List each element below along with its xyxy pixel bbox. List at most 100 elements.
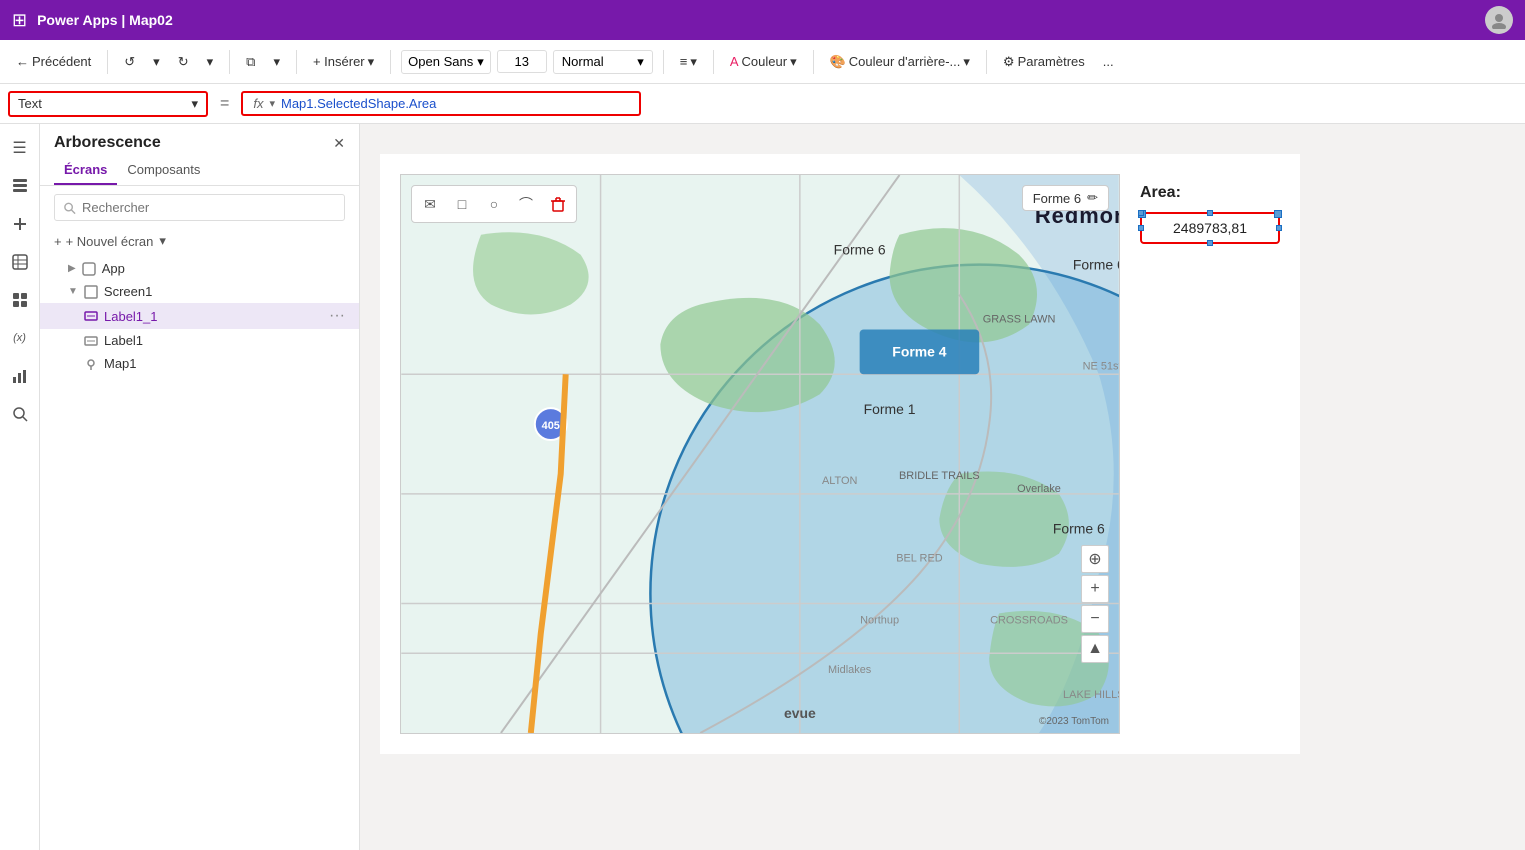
handle-bc[interactable]: [1207, 240, 1213, 246]
layers-icon-btn[interactable]: [4, 170, 36, 202]
bgcolor-icon: 🎨: [830, 54, 846, 70]
svg-text:evue: evue: [784, 705, 816, 721]
undo-dropdown-button[interactable]: ▾: [147, 51, 166, 73]
separator-8: [986, 50, 987, 74]
more-icon: ...: [1103, 54, 1114, 69]
screen-icon: [84, 285, 98, 299]
search-icon-btn[interactable]: [4, 398, 36, 430]
area-label: Area:: [1140, 184, 1280, 202]
handle-tr[interactable]: [1276, 210, 1282, 216]
tree-close-button[interactable]: ✕: [333, 135, 345, 152]
chevron-down-icon: ▾: [790, 54, 797, 70]
tab-components[interactable]: Composants: [117, 156, 210, 185]
tree-item-label1-1[interactable]: Label1_1 ···: [40, 303, 359, 329]
area-value-container: 2489783,81: [1140, 212, 1280, 244]
area-value-box[interactable]: 2489783,81: [1140, 212, 1280, 244]
add-icon-btn[interactable]: [4, 208, 36, 240]
avatar[interactable]: [1485, 6, 1513, 34]
property-selector[interactable]: Text ▾: [8, 91, 208, 117]
map-toolbar: ✉ □ ○ ⌒: [411, 185, 577, 223]
chevron-down-icon: ▾: [273, 54, 280, 70]
separator-4: [390, 50, 391, 74]
handle-tc[interactable]: [1207, 210, 1213, 216]
edit-icon[interactable]: ✏: [1087, 190, 1098, 206]
separator-2: [229, 50, 230, 74]
chevron-down-icon: ▾: [159, 233, 166, 249]
envelope-tool-btn[interactable]: ✉: [416, 190, 444, 218]
formula-text: Map1.SelectedShape.Area: [281, 96, 436, 111]
handle-ml[interactable]: [1138, 225, 1144, 231]
insert-button[interactable]: + Insérer ▾: [307, 51, 380, 73]
formula-bar[interactable]: fx ▾ Map1.SelectedShape.Area: [241, 91, 641, 116]
color-button[interactable]: A Couleur ▾: [724, 51, 803, 73]
terrain-btn[interactable]: ▲: [1081, 635, 1109, 663]
font-style-selector[interactable]: Normal ▾: [553, 50, 653, 74]
main-area: ☰ (x) Arborescence ✕ Écrans Composants: [0, 124, 1525, 850]
zoom-in-btn[interactable]: +: [1081, 575, 1109, 603]
handle-tl[interactable]: [1138, 210, 1144, 216]
svg-text:405: 405: [542, 420, 560, 432]
toolbar: ← Précédent ↺ ▾ ↻ ▾ ⧉ ▾ + Insérer ▾ Open…: [0, 40, 1525, 84]
area-value-text: 2489783,81: [1161, 220, 1259, 236]
handle-mr[interactable]: [1276, 225, 1282, 231]
tree-item-map1[interactable]: Map1: [40, 352, 359, 375]
more-options-icon[interactable]: ···: [329, 307, 345, 325]
data-icon-btn[interactable]: [4, 246, 36, 278]
align-button[interactable]: ≡ ▾: [674, 51, 703, 73]
map-icon: [84, 357, 98, 371]
font-selector[interactable]: Open Sans ▾: [401, 50, 491, 74]
label-icon: [84, 309, 98, 323]
back-button[interactable]: ← Précédent: [10, 51, 97, 72]
bgcolor-button[interactable]: 🎨 Couleur d'arrière-... ▾: [824, 51, 976, 73]
copy-dropdown-button[interactable]: ▾: [267, 51, 286, 73]
separator-5: [663, 50, 664, 74]
redo-button[interactable]: ↻: [172, 51, 195, 73]
map-container[interactable]: ✉ □ ○ ⌒ Forme 6 ✏: [400, 174, 1120, 734]
svg-text:GRASS LAWN: GRASS LAWN: [983, 313, 1056, 325]
canvas-area: ✉ □ ○ ⌒ Forme 6 ✏: [360, 124, 1525, 850]
polyline-tool-btn[interactable]: ⌒: [512, 190, 540, 218]
copy-button[interactable]: ⧉: [240, 51, 261, 73]
undo-button[interactable]: ↺: [118, 51, 141, 73]
shape-badge: Forme 6 ✏: [1022, 185, 1109, 211]
separator-6: [713, 50, 714, 74]
svg-text:NE 51st St: NE 51st St: [1083, 360, 1119, 372]
zoom-out-btn[interactable]: −: [1081, 605, 1109, 633]
svg-text:LAKE HILLS: LAKE HILLS: [1063, 689, 1119, 701]
font-size-input[interactable]: [497, 50, 547, 73]
settings-button[interactable]: ⚙ Paramètres: [997, 51, 1091, 73]
app-icon: [82, 262, 96, 276]
svg-text:Forme 4: Forme 4: [892, 343, 946, 359]
tree-item-label1[interactable]: Label1: [40, 329, 359, 352]
svg-text:Forme 1: Forme 1: [864, 401, 916, 417]
svg-text:Northup: Northup: [860, 614, 899, 626]
circle-tool-btn[interactable]: ○: [480, 190, 508, 218]
delete-tool-btn[interactable]: [544, 190, 572, 218]
component-icon-btn[interactable]: [4, 284, 36, 316]
redo-dropdown-button[interactable]: ▾: [201, 51, 220, 73]
grid-icon[interactable]: ⊞: [12, 10, 27, 31]
tab-screens[interactable]: Écrans: [54, 156, 117, 185]
chevron-down-icon: ▾: [153, 54, 160, 70]
more-button[interactable]: ...: [1097, 51, 1120, 72]
tree-item-app[interactable]: ▶ App: [40, 257, 359, 280]
tree-item-screen1[interactable]: ▼ Screen1: [40, 280, 359, 303]
chevron-down-icon: ▾: [269, 97, 275, 110]
map-zoom-controls: ⊕ + − ▲: [1081, 545, 1109, 663]
label-icon: [84, 334, 98, 348]
chevron-down-icon: ▾: [690, 54, 697, 70]
map-svg: 405 Forme 6 Forme 6 Forme 4 Forme 1 Form…: [401, 175, 1119, 733]
separator-1: [107, 50, 108, 74]
chart-icon-btn[interactable]: [4, 360, 36, 392]
add-screen-button[interactable]: + + Nouvel écran ▾: [40, 229, 359, 257]
compass-btn[interactable]: ⊕: [1081, 545, 1109, 573]
variable-icon-btn[interactable]: (x): [4, 322, 36, 354]
rect-tool-btn[interactable]: □: [448, 190, 476, 218]
fx-label: fx: [253, 96, 263, 111]
formulabar: Text ▾ = fx ▾ Map1.SelectedShape.Area: [0, 84, 1525, 124]
search-input[interactable]: [82, 200, 336, 215]
svg-text:CROSSROADS: CROSSROADS: [990, 614, 1068, 626]
menu-icon-btn[interactable]: ☰: [4, 132, 36, 164]
separator-3: [296, 50, 297, 74]
tree-tabs: Écrans Composants: [40, 156, 359, 186]
